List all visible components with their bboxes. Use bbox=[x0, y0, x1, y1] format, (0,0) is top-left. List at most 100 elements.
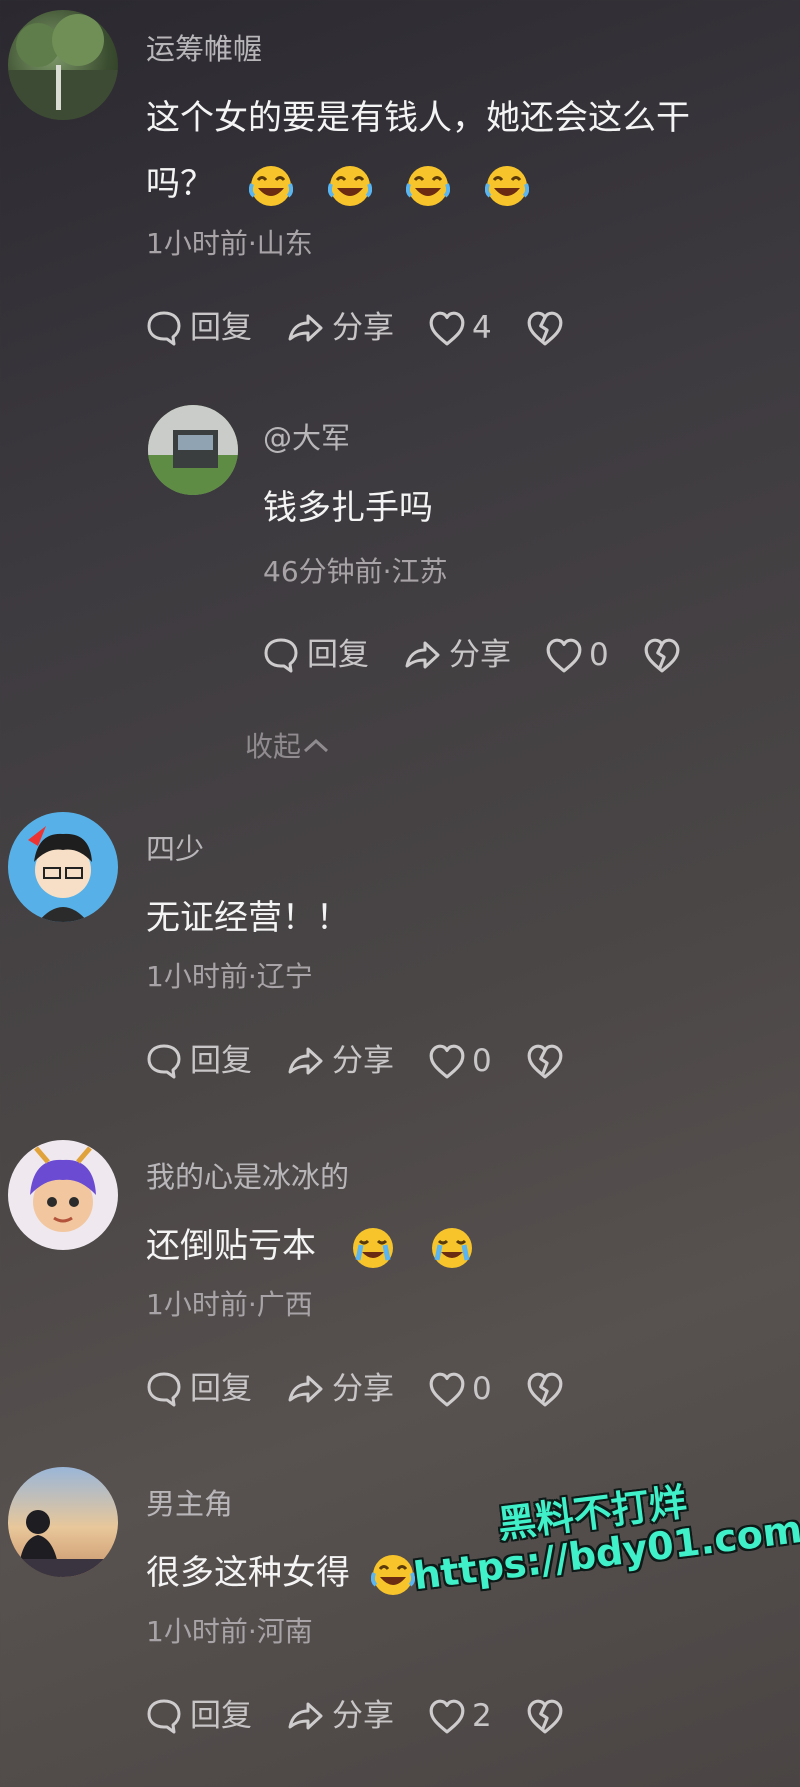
username[interactable]: 我的心是冰冰的 bbox=[146, 1154, 349, 1196]
avatar-image bbox=[8, 1510, 118, 1577]
reply-label: 回复 bbox=[190, 1043, 252, 1079]
share-arrow-icon bbox=[288, 1375, 323, 1403]
avatar[interactable] bbox=[8, 1467, 118, 1577]
comment-icon bbox=[147, 311, 181, 346]
like-count: 0 bbox=[589, 637, 609, 673]
comment-item: 四少 无证经营！！ 1小时前·辽宁 回复 分享 0 bbox=[0, 800, 800, 1100]
collapse-replies-button[interactable]: 收起 bbox=[245, 725, 331, 765]
share-label: 分享 bbox=[332, 310, 394, 346]
share-label: 分享 bbox=[449, 637, 511, 673]
reply-button[interactable]: 回复 bbox=[146, 1369, 252, 1409]
share-arrow-icon bbox=[405, 641, 440, 669]
comment-text: 钱多扎手吗 bbox=[263, 475, 433, 541]
laughing-emoji bbox=[485, 163, 530, 208]
comment-text-line: 还倒贴亏本 bbox=[146, 1213, 474, 1279]
avatar[interactable] bbox=[8, 812, 118, 922]
comment-item: 我的心是冰冰的 还倒贴亏本 1小时前·广西 回复 分享 0 bbox=[0, 1128, 800, 1428]
share-button[interactable]: 分享 bbox=[286, 308, 394, 348]
dislike-button[interactable] bbox=[526, 1042, 570, 1080]
reply-label: 回复 bbox=[190, 1371, 252, 1407]
username[interactable]: 男主角 bbox=[146, 1481, 233, 1523]
comment-meta: 1小时前·河南 bbox=[146, 1615, 313, 1648]
reply-label: 回复 bbox=[307, 637, 369, 673]
heart-icon bbox=[546, 638, 582, 673]
comment-meta: 1小时前·辽宁 bbox=[146, 960, 313, 993]
reply-label: 回复 bbox=[190, 1698, 252, 1734]
username[interactable]: 运筹帷幄 bbox=[146, 26, 262, 68]
comment-actions: 回复 分享 4 bbox=[146, 308, 604, 348]
reply-button[interactable]: 回复 bbox=[146, 308, 252, 348]
reply-button[interactable]: 回复 bbox=[146, 1696, 252, 1736]
comment-text: 还倒贴亏本 bbox=[146, 1213, 474, 1279]
avatar[interactable] bbox=[148, 405, 238, 495]
avatar-image bbox=[148, 405, 238, 495]
comment-text: 这个女的要是有钱人，她还会这么干 吗？ bbox=[146, 85, 690, 217]
dislike-button[interactable] bbox=[526, 309, 570, 347]
comment-icon bbox=[264, 638, 298, 673]
comment-icon bbox=[147, 1044, 181, 1079]
avatar[interactable] bbox=[8, 10, 118, 120]
username[interactable]: @大军 bbox=[263, 415, 350, 457]
share-button[interactable]: 分享 bbox=[286, 1041, 394, 1081]
like-button[interactable]: 0 bbox=[545, 635, 609, 675]
share-button[interactable]: 分享 bbox=[286, 1696, 394, 1736]
comment-text-line-end: 吗？ bbox=[146, 164, 214, 204]
like-count: 0 bbox=[472, 1043, 492, 1079]
share-button[interactable]: 分享 bbox=[286, 1369, 394, 1409]
crying-laughing-emoji bbox=[430, 1226, 474, 1270]
crying-laughing-emoji bbox=[351, 1226, 395, 1270]
heart-icon bbox=[429, 1044, 465, 1079]
dislike-button[interactable] bbox=[526, 1697, 570, 1735]
reply-button[interactable]: 回复 bbox=[146, 1041, 252, 1081]
comment-meta: 46分钟前·江苏 bbox=[263, 555, 448, 588]
avatar-image bbox=[30, 1146, 96, 1232]
like-button[interactable]: 4 bbox=[428, 308, 492, 348]
comment-actions: 回复 分享 0 bbox=[146, 1369, 604, 1409]
comment-text-line: 很多这种女得 bbox=[146, 1540, 415, 1606]
avatar-image bbox=[8, 14, 118, 120]
avatar-image bbox=[28, 826, 92, 922]
comment-text-line: 吗？ bbox=[146, 151, 690, 217]
laughing-emoji bbox=[370, 1552, 415, 1597]
like-button[interactable]: 0 bbox=[428, 1041, 492, 1081]
chevron-up-icon bbox=[304, 738, 329, 753]
comment-icon bbox=[147, 1372, 181, 1407]
comment-icon bbox=[147, 1699, 181, 1734]
broken-heart-icon bbox=[527, 1372, 563, 1407]
reply-label: 回复 bbox=[190, 310, 252, 346]
like-button[interactable]: 0 bbox=[428, 1369, 492, 1409]
share-arrow-icon bbox=[288, 1702, 323, 1730]
broken-heart-icon bbox=[644, 638, 680, 673]
share-arrow-icon bbox=[288, 314, 323, 342]
comment-text-line: 钱多扎手吗 bbox=[263, 488, 433, 528]
share-label: 分享 bbox=[332, 1698, 394, 1734]
comment-actions: 回复 分享 0 bbox=[263, 635, 721, 675]
heart-icon bbox=[429, 1699, 465, 1734]
reply-item: @大军 钱多扎手吗 46分钟前·江苏 回复 分享 0 bbox=[0, 360, 800, 690]
broken-heart-icon bbox=[527, 1699, 563, 1734]
comment-item: 运筹帷幄 这个女的要是有钱人，她还会这么干 吗？ 1小时前·山东 回复 分享 4 bbox=[0, 0, 800, 360]
heart-icon bbox=[429, 311, 465, 346]
comment-text-line: 这个女的要是有钱人，她还会这么干 bbox=[146, 98, 690, 138]
heart-icon bbox=[429, 1372, 465, 1407]
laughing-emoji bbox=[327, 163, 372, 208]
comment-text-line-start: 很多这种女得 bbox=[146, 1553, 350, 1593]
comment-meta: 1小时前·广西 bbox=[146, 1288, 313, 1321]
reply-button[interactable]: 回复 bbox=[263, 635, 369, 675]
dislike-button[interactable] bbox=[526, 1370, 570, 1408]
comment-text: 很多这种女得 bbox=[146, 1540, 415, 1606]
username[interactable]: 四少 bbox=[146, 826, 204, 868]
comment-text-line: 无证经营！！ bbox=[146, 898, 350, 938]
like-count: 2 bbox=[472, 1698, 492, 1734]
avatar[interactable] bbox=[8, 1140, 118, 1250]
collapse-label: 收起 bbox=[245, 730, 302, 763]
comment-text-line-start: 还倒贴亏本 bbox=[146, 1226, 316, 1266]
comment-text: 无证经营！！ bbox=[146, 885, 350, 951]
share-label: 分享 bbox=[332, 1043, 394, 1079]
share-button[interactable]: 分享 bbox=[403, 635, 511, 675]
comment-actions: 回复 分享 0 bbox=[146, 1041, 604, 1081]
comment-meta: 1小时前·山东 bbox=[146, 227, 313, 260]
like-button[interactable]: 2 bbox=[428, 1696, 492, 1736]
dislike-button[interactable] bbox=[643, 636, 687, 674]
like-count: 4 bbox=[472, 310, 492, 346]
